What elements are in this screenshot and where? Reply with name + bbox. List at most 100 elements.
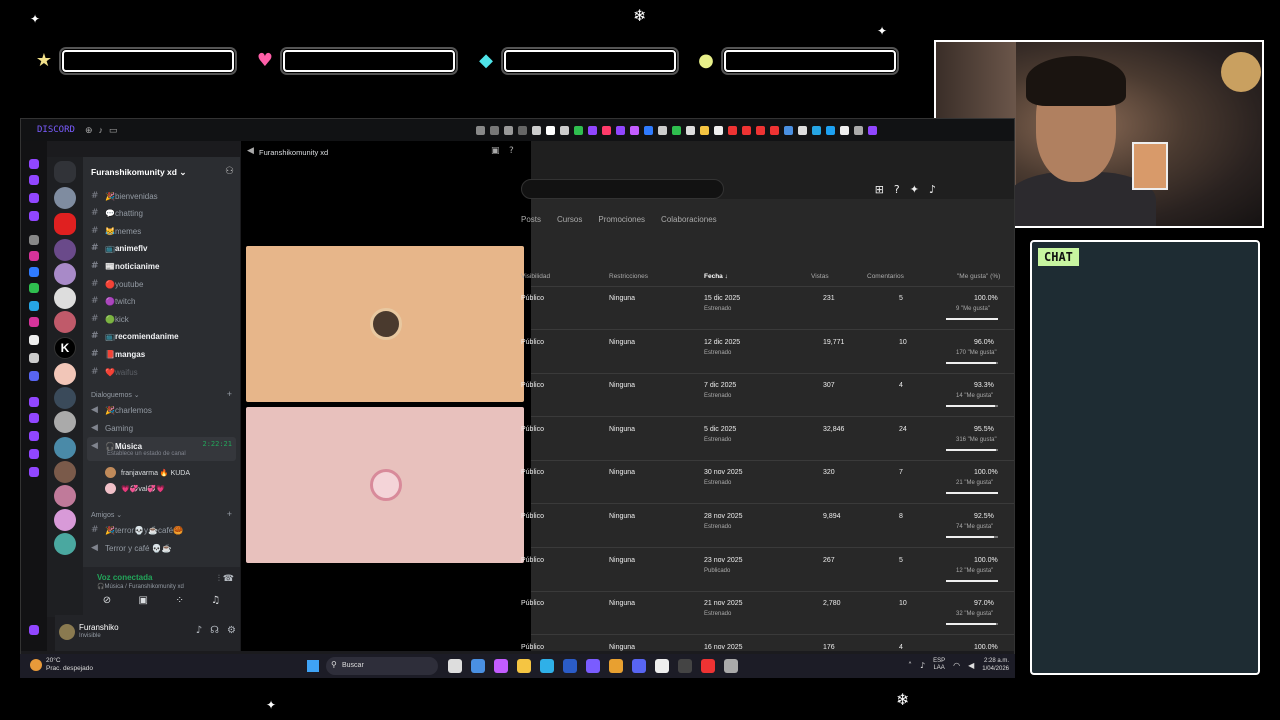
server-icon[interactable] bbox=[54, 461, 76, 483]
extension-icon[interactable] bbox=[574, 125, 583, 135]
channel-item[interactable]: # 🎉bienvenidas bbox=[91, 189, 236, 203]
extension-icon[interactable] bbox=[700, 125, 709, 135]
soundboard-icon[interactable]: ♫ bbox=[211, 595, 220, 606]
settings-icon[interactable] bbox=[29, 235, 39, 245]
voice-channel-item[interactable]: ◀ Gaming bbox=[91, 421, 236, 435]
participant-tile[interactable] bbox=[246, 246, 524, 402]
wifi-icon[interactable]: ◠ bbox=[953, 661, 960, 670]
telegram-icon[interactable] bbox=[29, 301, 39, 311]
activities-icon[interactable]: ⁘ bbox=[175, 595, 183, 606]
bell-icon[interactable]: ♪ bbox=[929, 183, 936, 196]
extension-icon[interactable] bbox=[840, 125, 849, 135]
twitch-icon[interactable] bbox=[29, 449, 39, 459]
voice-member[interactable]: 💗💞val💞💗 bbox=[105, 483, 165, 494]
extension-icon[interactable] bbox=[672, 125, 681, 135]
server-icon[interactable] bbox=[54, 187, 76, 209]
language-indicator[interactable]: ESP LAA bbox=[933, 658, 945, 672]
channel-item[interactable]: # 😹memes bbox=[91, 224, 236, 238]
channel-item[interactable]: # 📺animeflv bbox=[91, 241, 236, 255]
extension-icon[interactable] bbox=[532, 125, 541, 135]
extension-icon[interactable] bbox=[756, 125, 765, 135]
server-icon[interactable] bbox=[54, 533, 76, 555]
channel-item[interactable]: # 🔴youtube bbox=[91, 277, 236, 291]
tab-posts[interactable]: Posts bbox=[521, 215, 541, 224]
invite-people-icon[interactable]: ⚇ bbox=[225, 166, 234, 177]
add-channel-icon[interactable]: + bbox=[227, 389, 232, 399]
obs-icon[interactable] bbox=[678, 659, 692, 673]
twitch-icon[interactable] bbox=[29, 397, 39, 407]
edge-icon[interactable] bbox=[540, 659, 554, 673]
video-off-icon[interactable]: ⊘ bbox=[103, 595, 111, 606]
youtube-server-icon[interactable] bbox=[54, 213, 76, 235]
whatsapp-icon[interactable] bbox=[29, 283, 39, 293]
participant-tile[interactable] bbox=[246, 407, 524, 563]
channel-item[interactable]: # ❤️waifus bbox=[91, 365, 236, 379]
server-icon[interactable] bbox=[54, 287, 76, 309]
table-row[interactable]: Público Ninguna 28 nov 2025 Estrenado 9,894 8… bbox=[521, 505, 1014, 548]
screen-share-icon[interactable]: ▣ bbox=[139, 595, 148, 606]
col-comments[interactable]: Comentarios bbox=[867, 273, 904, 280]
tab-colaboraciones[interactable]: Colaboraciones bbox=[661, 215, 717, 224]
search-input[interactable] bbox=[521, 179, 724, 199]
col-restrictions[interactable]: Restricciones bbox=[609, 273, 648, 280]
headphones-icon[interactable]: ☊ bbox=[210, 625, 219, 636]
col-views[interactable]: Vistas bbox=[811, 273, 829, 280]
voice-status[interactable]: Voz conectada bbox=[97, 573, 152, 582]
settings-icon[interactable] bbox=[724, 659, 738, 673]
active-voice-channel[interactable]: ◀ 🎧Música 2:22:21 Establece un estado de … bbox=[87, 437, 236, 461]
voice-location[interactable]: 🎧Música / Furanshikomunity xd bbox=[97, 583, 184, 590]
extension-icon[interactable] bbox=[476, 125, 485, 135]
menu-icon[interactable] bbox=[29, 175, 39, 185]
extension-icon[interactable] bbox=[854, 125, 863, 135]
lock-icon[interactable]: ⊕ bbox=[85, 125, 93, 136]
instagram-icon[interactable] bbox=[29, 317, 39, 327]
extension-icon[interactable] bbox=[742, 125, 751, 135]
voice-channel-item[interactable]: ◀ Terror y café 💀☕ bbox=[91, 541, 236, 555]
channel-item[interactable]: # 🎉terror💀y☕café🥮 bbox=[91, 523, 236, 537]
extension-icon[interactable] bbox=[560, 125, 569, 135]
voice-member[interactable]: franjavarma 🔥 KUDA bbox=[105, 467, 190, 478]
extension-icon[interactable] bbox=[784, 125, 793, 135]
screen-icon[interactable]: ▭ bbox=[109, 125, 118, 136]
table-row[interactable]: Público Ninguna 23 nov 2025 Publicado 267 5 10… bbox=[521, 549, 1014, 592]
twitch-icon[interactable] bbox=[29, 413, 39, 423]
server-icon[interactable] bbox=[54, 363, 76, 385]
help-icon[interactable]: ? bbox=[894, 183, 900, 196]
disconnect-icon[interactable]: ☎ bbox=[223, 574, 234, 584]
category-header[interactable]: Dialoguemos ⌄ bbox=[91, 391, 140, 399]
extension-icon[interactable] bbox=[602, 125, 611, 135]
table-row[interactable]: Público Ninguna 21 nov 2025 Estrenado 2,780 1… bbox=[521, 592, 1014, 636]
col-likes[interactable]: "Me gusta" (%) bbox=[957, 273, 1000, 280]
add-channel-icon[interactable]: + bbox=[227, 509, 232, 519]
taskbar-search[interactable]: ⚲ Buscar bbox=[326, 657, 438, 675]
channel-item[interactable]: # 📕mangas bbox=[91, 347, 236, 361]
mic-icon[interactable]: ♪ bbox=[920, 661, 925, 670]
channel-item[interactable]: # 🟢kick bbox=[91, 312, 236, 326]
channel-item[interactable]: # 💬chatting bbox=[91, 206, 236, 220]
clock[interactable]: 2:28 a.m. 1/04/2026 bbox=[982, 657, 1009, 673]
server-icon[interactable] bbox=[54, 437, 76, 459]
col-date[interactable]: Fecha ↓ bbox=[704, 273, 728, 280]
discord-icon[interactable] bbox=[632, 659, 646, 673]
extension-icon[interactable] bbox=[504, 125, 513, 135]
tab-cursos[interactable]: Cursos bbox=[557, 215, 582, 224]
table-row[interactable]: Público Ninguna 15 dic 2025 Estrenado 231 5 10… bbox=[521, 287, 1014, 330]
app-icon[interactable] bbox=[701, 659, 715, 673]
extension-icon[interactable] bbox=[518, 125, 527, 135]
table-row[interactable]: Público Ninguna 5 dic 2025 Estrenado 32,846 2… bbox=[521, 418, 1014, 461]
gear-icon[interactable]: ⚙ bbox=[227, 625, 236, 636]
extension-icon[interactable] bbox=[616, 125, 625, 135]
twitch-icon[interactable] bbox=[29, 211, 39, 221]
extension-icon[interactable] bbox=[686, 125, 695, 135]
category-header[interactable]: Amigos ⌄ bbox=[91, 511, 122, 519]
extension-icon[interactable] bbox=[714, 125, 723, 135]
sparkle-icon[interactable]: ✦ bbox=[910, 183, 919, 196]
twitch-icon[interactable] bbox=[29, 159, 39, 169]
avatar[interactable] bbox=[59, 624, 75, 640]
channel-item[interactable]: # 📺recomiendanime bbox=[91, 329, 236, 343]
extension-icon[interactable] bbox=[826, 125, 835, 135]
twitch-icon[interactable] bbox=[29, 193, 39, 203]
messenger-icon[interactable] bbox=[29, 267, 39, 277]
table-row[interactable]: Público Ninguna 12 dic 2025 Estrenado 19,771… bbox=[521, 331, 1014, 374]
chevron-up-icon[interactable]: ˄ bbox=[908, 661, 912, 670]
